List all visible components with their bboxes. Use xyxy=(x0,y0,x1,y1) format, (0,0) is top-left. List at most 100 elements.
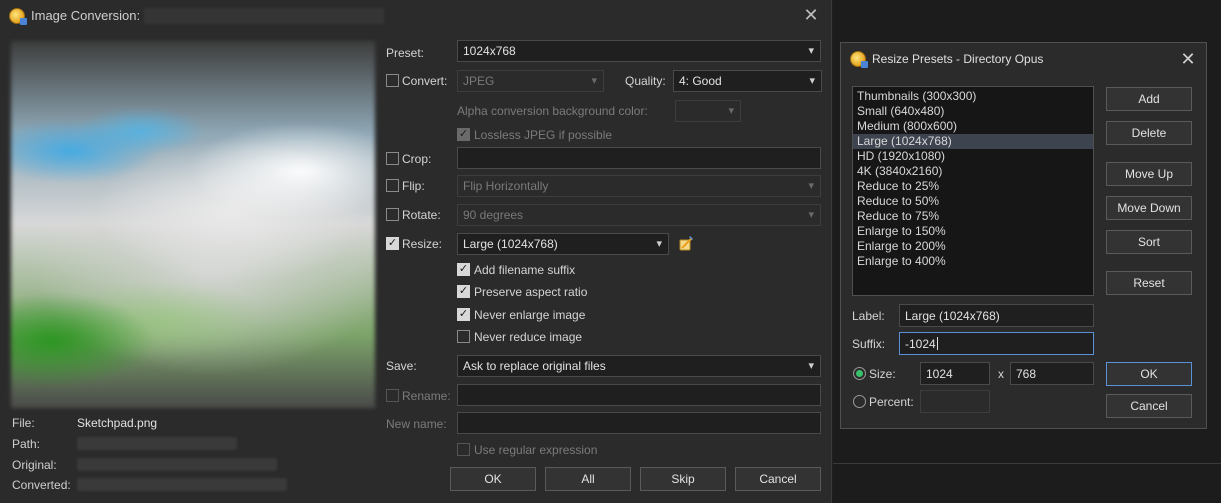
close-icon[interactable]: ✕ xyxy=(791,0,831,31)
list-item[interactable]: Enlarge to 200% xyxy=(853,239,1093,254)
title-bar: Image Conversion: ✕ xyxy=(0,0,831,31)
list-item-selected[interactable]: Large (1024x768) xyxy=(853,134,1093,149)
list-item[interactable]: Enlarge to 400% xyxy=(853,254,1093,269)
save-mode-dropdown[interactable]: Ask to replace original files xyxy=(457,355,821,377)
path-label: Path: xyxy=(12,437,41,451)
resize-preset-value: Large (1024x768) xyxy=(463,237,558,251)
percent-input[interactable] xyxy=(920,390,990,413)
dialog-title: Resize Presets - Directory Opus xyxy=(872,52,1044,66)
new-name-label: New name: xyxy=(386,417,447,431)
never-enlarge-label: Never enlarge image xyxy=(474,308,586,322)
blurred-original-value xyxy=(77,458,277,471)
move-up-button[interactable]: Move Up xyxy=(1106,162,1192,186)
flip-checkbox[interactable] xyxy=(386,179,399,192)
crop-checkbox[interactable] xyxy=(386,152,399,165)
label-field-label: Label: xyxy=(852,309,885,323)
size-separator: x xyxy=(998,367,1004,381)
file-label: File: xyxy=(12,416,35,430)
blurred-title-filename xyxy=(144,7,385,24)
quality-label: Quality: xyxy=(625,74,666,88)
quality-value: 4: Good xyxy=(679,74,722,88)
preserve-aspect-checkbox[interactable] xyxy=(457,285,470,298)
lossless-jpeg-checkbox[interactable] xyxy=(457,128,470,141)
move-down-button[interactable]: Move Down xyxy=(1106,196,1192,220)
never-enlarge-checkbox[interactable] xyxy=(457,308,470,321)
dialog-close-icon[interactable]: ✕ xyxy=(1170,43,1206,75)
flip-value: Flip Horizontally xyxy=(463,179,549,193)
list-item[interactable]: Reduce to 75% xyxy=(853,209,1093,224)
background-divider xyxy=(833,463,1221,464)
reset-button[interactable]: Reset xyxy=(1106,271,1192,295)
quality-dropdown[interactable]: 4: Good xyxy=(673,70,822,92)
list-item[interactable]: HD (1920x1080) xyxy=(853,149,1093,164)
new-name-input[interactable] xyxy=(457,412,821,434)
size-radio[interactable] xyxy=(853,367,866,380)
list-item[interactable]: 4K (3840x2160) xyxy=(853,164,1093,179)
image-preview xyxy=(11,41,375,408)
add-preset-button[interactable]: Add xyxy=(1106,87,1192,111)
alpha-bg-label: Alpha conversion background color: xyxy=(457,104,648,118)
dialog-title-bar: Resize Presets - Directory Opus ✕ xyxy=(841,43,1206,75)
save-mode-value: Ask to replace original files xyxy=(463,359,606,373)
list-item[interactable]: Enlarge to 150% xyxy=(853,224,1093,239)
sort-button[interactable]: Sort xyxy=(1106,230,1192,254)
regex-checkbox[interactable] xyxy=(457,443,470,456)
save-label: Save: xyxy=(386,359,417,373)
width-input[interactable]: 1024 xyxy=(920,362,990,385)
dialog-cancel-button[interactable]: Cancel xyxy=(1106,394,1192,418)
text-cursor xyxy=(936,337,938,350)
rename-label: Rename: xyxy=(402,389,451,403)
edit-presets-icon[interactable] xyxy=(678,235,694,251)
convert-checkbox[interactable] xyxy=(386,74,399,87)
convert-label: Convert: xyxy=(402,74,448,88)
rename-input[interactable] xyxy=(457,384,821,406)
convert-format-dropdown[interactable]: JPEG xyxy=(457,70,604,92)
convert-format-value: JPEG xyxy=(463,74,495,88)
dialog-ok-button[interactable]: OK xyxy=(1106,362,1192,386)
preset-label-input[interactable]: Large (1024x768) xyxy=(899,304,1094,327)
skip-button[interactable]: Skip xyxy=(640,467,726,491)
file-value: Sketchpad.png xyxy=(77,416,158,430)
preset-label-value: Large (1024x768) xyxy=(905,308,1000,323)
resize-checkbox[interactable] xyxy=(386,237,399,250)
image-conversion-window: Image Conversion: ✕ File: Sketchpad.png … xyxy=(0,0,832,503)
list-item[interactable]: Medium (800x600) xyxy=(853,119,1093,134)
suffix-value: -1024 xyxy=(905,336,936,351)
suffix-field-label: Suffix: xyxy=(852,337,886,351)
window-title: Image Conversion: xyxy=(31,8,141,23)
crop-input[interactable] xyxy=(457,147,821,169)
delete-preset-button[interactable]: Delete xyxy=(1106,121,1192,145)
never-reduce-label: Never reduce image xyxy=(474,330,583,344)
rename-checkbox[interactable] xyxy=(386,389,399,402)
list-item[interactable]: Small (640x480) xyxy=(853,104,1093,119)
rotate-dropdown[interactable]: 90 degrees xyxy=(457,204,821,226)
percent-radio-label: Percent: xyxy=(869,395,914,409)
list-item[interactable]: Reduce to 25% xyxy=(853,179,1093,194)
suffix-input[interactable]: -1024 xyxy=(899,332,1094,355)
all-button[interactable]: All xyxy=(545,467,631,491)
directory-opus-app-icon xyxy=(850,51,868,68)
flip-dropdown[interactable]: Flip Horizontally xyxy=(457,175,821,197)
ok-button[interactable]: OK xyxy=(450,467,536,491)
resize-preset-dropdown[interactable]: Large (1024x768) xyxy=(457,233,669,255)
alpha-bg-color-dropdown[interactable] xyxy=(675,100,741,122)
rotate-checkbox[interactable] xyxy=(386,208,399,221)
percent-radio[interactable] xyxy=(853,395,866,408)
size-radio-label: Size: xyxy=(869,367,896,381)
blurred-path-value xyxy=(77,437,237,450)
presets-list[interactable]: Thumbnails (300x300) Small (640x480) Med… xyxy=(852,86,1094,296)
list-item[interactable]: Reduce to 50% xyxy=(853,194,1093,209)
crop-label: Crop: xyxy=(402,152,432,166)
cancel-button[interactable]: Cancel xyxy=(735,467,821,491)
add-filename-suffix-label: Add filename suffix xyxy=(474,263,576,277)
never-reduce-checkbox[interactable] xyxy=(457,330,470,343)
resize-presets-dialog: Resize Presets - Directory Opus ✕ Thumbn… xyxy=(840,42,1207,429)
height-value: 768 xyxy=(1016,366,1037,381)
converted-label: Converted: xyxy=(12,478,71,492)
preset-dropdown[interactable]: 1024x768 xyxy=(457,40,821,62)
lossless-jpeg-label: Lossless JPEG if possible xyxy=(474,128,613,142)
list-item[interactable]: Thumbnails (300x300) xyxy=(853,89,1093,104)
add-filename-suffix-checkbox[interactable] xyxy=(457,263,470,276)
height-input[interactable]: 768 xyxy=(1010,362,1094,385)
regex-label: Use regular expression xyxy=(474,443,598,457)
